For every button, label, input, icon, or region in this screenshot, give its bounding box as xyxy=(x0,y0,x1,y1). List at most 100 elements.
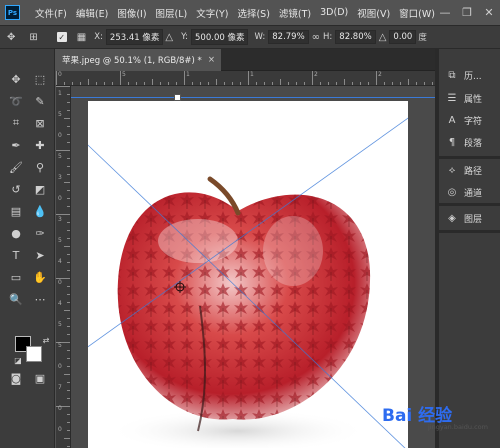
lasso-tool-icon[interactable]: ➰ xyxy=(6,92,26,110)
pen-tool-icon[interactable]: ✑ xyxy=(30,224,50,242)
reference-point-icon[interactable]: ⊞ xyxy=(29,32,37,43)
menu-view[interactable]: 视图(V) xyxy=(357,6,390,20)
ruler-tick xyxy=(67,158,70,159)
shape-tool-icon[interactable]: ▭ xyxy=(6,268,26,286)
transform-handle-top[interactable] xyxy=(174,94,181,101)
menu-type[interactable]: 文字(Y) xyxy=(196,6,228,20)
grid-locator-icon[interactable]: ▦ xyxy=(77,32,86,43)
ruler-tick xyxy=(392,82,393,85)
eyedropper-tool-icon[interactable]: ✒ xyxy=(6,136,26,154)
move-tool-icon[interactable]: ✥ xyxy=(6,70,26,88)
ruler-tick xyxy=(376,71,377,85)
panel-group-1: ⧉ 历... ☰ 属性 A 字符 ¶ 段落 xyxy=(439,63,500,159)
ruler-tick xyxy=(360,82,361,85)
menu-layer[interactable]: 图层(L) xyxy=(156,6,188,20)
y-field[interactable]: 500.00 像素 xyxy=(191,29,249,45)
ruler-tick xyxy=(208,82,209,85)
eraser-tool-icon[interactable]: ◩ xyxy=(30,180,50,198)
menu-3d[interactable]: 3D(D) xyxy=(320,7,348,18)
ruler-tick xyxy=(120,71,121,85)
close-button[interactable]: ✕ xyxy=(478,6,500,19)
ruler-label: 0 xyxy=(58,363,62,370)
ruler-tick xyxy=(96,82,97,85)
tab-close-icon[interactable]: × xyxy=(208,55,215,65)
quick-mask-icon[interactable]: ◙ xyxy=(6,369,26,387)
ruler-tick xyxy=(64,438,70,439)
menu-bar: Ps 文件(F) 编辑(E) 图像(I) 图层(L) 文字(Y) 选择(S) 滤… xyxy=(0,0,500,25)
ruler-vertical[interactable]: 1 5 0 5 3 0 3 5 4 0 4 5 5 0 7 0 0 xyxy=(56,86,71,448)
ruler-tick xyxy=(424,82,425,85)
frame-tool-icon[interactable]: ⊠ xyxy=(30,114,50,132)
tools-panel: ✥ ⬚ ➰ ✎ ⌗ ⊠ ✒ ✚ 🖌 ⚲ ↺ ◩ ▤ 💧 ● ✑ T ➤ ▭ ✋ … xyxy=(0,49,55,448)
swap-colors-icon[interactable]: ⇄ xyxy=(36,331,56,349)
ruler-tick xyxy=(352,82,353,85)
x-field[interactable]: 253.41 像素 xyxy=(105,29,164,45)
brush-tool-icon[interactable]: 🖌 xyxy=(6,158,26,176)
document-canvas[interactable] xyxy=(71,101,419,448)
ruler-horizontal[interactable]: 0511223 xyxy=(56,71,446,86)
paragraph-panel-tab[interactable]: ¶ 段落 xyxy=(445,132,482,152)
marquee-tool-icon[interactable]: ⬚ xyxy=(30,70,50,88)
document-tab[interactable]: 苹果.jpeg @ 50.1% (1, RGB/8#) * × xyxy=(56,49,221,71)
history-panel-tab[interactable]: ⧉ 历... xyxy=(445,65,481,85)
w-field[interactable]: 82.79% xyxy=(268,30,309,44)
link-icon[interactable]: ∞ xyxy=(312,32,320,43)
h-field[interactable]: 82.80% xyxy=(335,30,376,44)
paragraph-label: 段落 xyxy=(464,138,483,149)
screen-mode-icon[interactable]: ▣ xyxy=(30,369,50,387)
ruler-tick xyxy=(64,182,70,183)
transform-bounding-edge xyxy=(71,97,435,98)
ruler-tick xyxy=(67,334,70,335)
dodge-tool-icon[interactable]: ● xyxy=(6,224,26,242)
ruler-tick xyxy=(368,82,369,85)
ruler-tick xyxy=(67,206,70,207)
ruler-tick xyxy=(67,318,70,319)
hand-tool-icon[interactable]: ✋ xyxy=(30,268,50,286)
ruler-tick xyxy=(312,71,313,85)
ruler-tick xyxy=(280,79,281,85)
ruler-label: 0 xyxy=(58,71,62,78)
reference-point-checkbox[interactable]: ✓ xyxy=(56,32,67,42)
type-tool-icon[interactable]: T xyxy=(6,246,26,264)
history-brush-tool-icon[interactable]: ↺ xyxy=(6,180,26,198)
minimize-button[interactable]: — xyxy=(434,6,456,19)
angle-field[interactable]: 0.00 xyxy=(389,30,417,44)
path-select-tool-icon[interactable]: ➤ xyxy=(30,246,50,264)
more-tools-icon[interactable]: ⋯ xyxy=(30,290,50,308)
layers-panel-tab[interactable]: ◈ 图层 xyxy=(445,208,482,228)
ruler-tick xyxy=(67,366,70,367)
ruler-tick xyxy=(67,110,70,111)
menu-filter[interactable]: 滤镜(T) xyxy=(279,6,311,20)
default-colors-icon[interactable]: ◪ xyxy=(8,351,28,369)
ruler-tick xyxy=(56,86,70,87)
paths-panel-tab[interactable]: ⟡ 路径 xyxy=(445,160,482,180)
menu-image[interactable]: 图像(I) xyxy=(117,6,146,20)
menu-edit[interactable]: 编辑(E) xyxy=(76,6,108,20)
gradient-tool-icon[interactable]: ▤ xyxy=(6,202,26,220)
blur-tool-icon[interactable]: 💧 xyxy=(30,202,50,220)
relative-position-icon[interactable]: △ xyxy=(165,32,173,43)
ruler-tick xyxy=(67,134,70,135)
ruler-tick xyxy=(72,82,73,85)
tool-preset-icon[interactable]: ✥ xyxy=(7,32,15,43)
properties-panel-tab[interactable]: ☰ 属性 xyxy=(445,88,483,108)
ruler-tick xyxy=(344,79,345,85)
menu-file[interactable]: 文件(F) xyxy=(35,6,67,20)
restore-button[interactable]: ❐ xyxy=(456,6,478,19)
stamp-tool-icon[interactable]: ⚲ xyxy=(30,158,50,176)
ruler-tick xyxy=(67,102,70,103)
crop-tool-icon[interactable]: ⌗ xyxy=(6,114,26,132)
channels-panel-tab[interactable]: ◎ 通道 xyxy=(445,182,482,202)
ruler-tick xyxy=(176,82,177,85)
ruler-tick xyxy=(296,82,297,85)
healing-brush-tool-icon[interactable]: ✚ xyxy=(30,136,50,154)
watermark-text: Bai 经验 xyxy=(382,405,453,426)
ruler-label: 5 xyxy=(58,342,62,349)
menu-select[interactable]: 选择(S) xyxy=(237,6,269,20)
zoom-tool-icon[interactable]: 🔍 xyxy=(6,290,26,308)
canvas-area[interactable] xyxy=(71,86,435,448)
channels-icon: ◎ xyxy=(447,186,457,198)
menu-window[interactable]: 窗口(W) xyxy=(399,6,435,20)
quick-select-tool-icon[interactable]: ✎ xyxy=(30,92,50,110)
character-panel-tab[interactable]: A 字符 xyxy=(445,110,482,130)
